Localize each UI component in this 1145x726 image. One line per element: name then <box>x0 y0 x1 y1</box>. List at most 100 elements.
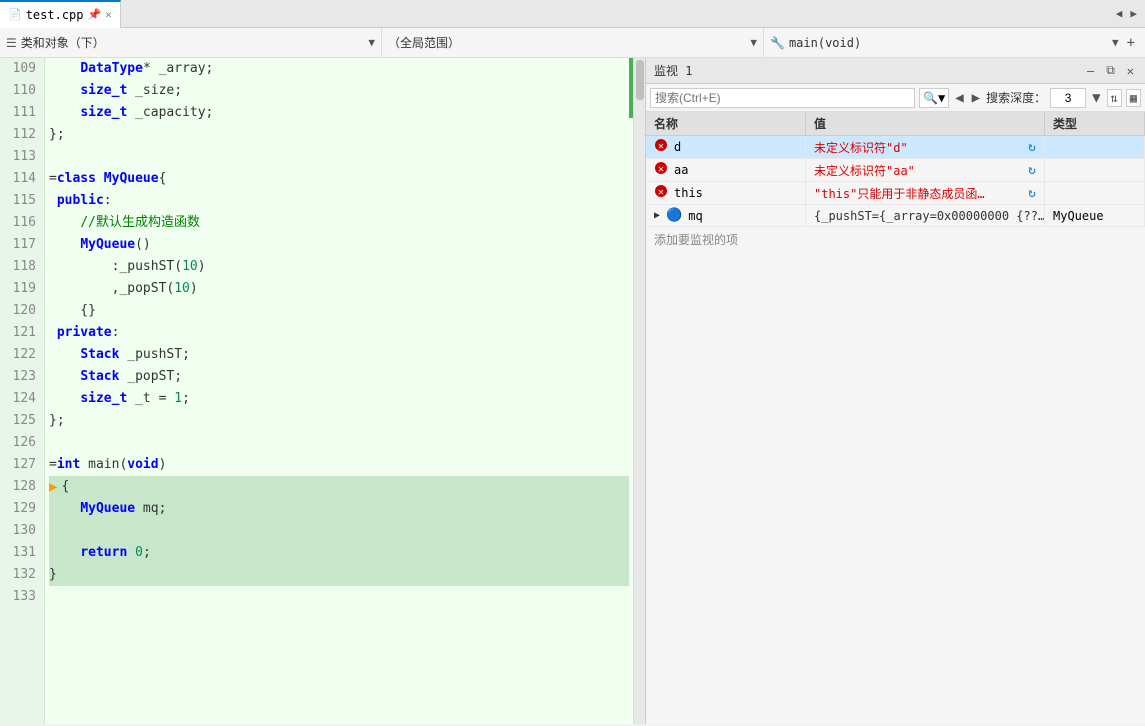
error-icon: ✕ <box>654 138 668 156</box>
watch-next-button[interactable]: ▶ <box>970 89 982 107</box>
col-header-value: 值 <box>806 112 1045 135</box>
watch-name-text: d <box>674 140 681 154</box>
watch-sort-button[interactable]: ⇅ <box>1107 89 1122 107</box>
code-line[interactable]: }; <box>49 410 629 432</box>
watch-depth-input[interactable] <box>1050 88 1086 108</box>
toolbar-add-button[interactable]: + <box>1123 35 1139 51</box>
watch-search-button[interactable]: 🔍 ▼ <box>919 88 949 108</box>
toolbar-class-label: 类和对象（下） <box>21 34 365 51</box>
add-watch-item[interactable]: 添加要监视的项 <box>646 227 1145 252</box>
watch-cell-value: 未定义标识符"aa" ↻ <box>806 159 1045 181</box>
code-editor[interactable]: 1091101111121131141151161171181191201211… <box>0 58 645 724</box>
watch-value-text: {_pushST={_array=0x00000000 {??… <box>814 209 1045 223</box>
code-line[interactable] <box>49 432 629 454</box>
code-line[interactable]: ,_popST(10) <box>49 278 629 300</box>
refresh-icon[interactable]: ↻ <box>1028 140 1036 155</box>
watch-row[interactable]: ✕d未定义标识符"d"↻ <box>646 136 1145 159</box>
code-line[interactable]: size_t _t = 1; <box>49 388 629 410</box>
watch-cell-name: ✕ aa <box>646 159 806 181</box>
code-line[interactable]: =class MyQueue{ <box>49 168 629 190</box>
toolbar-segment-scope[interactable]: （全局范围） ▼ <box>382 28 764 58</box>
code-line[interactable]: :_pushST(10) <box>49 256 629 278</box>
search-icon: 🔍 <box>923 91 938 105</box>
error-icon: ✕ <box>654 161 668 179</box>
file-tab[interactable]: 📄 test.cpp 📌 ✕ <box>0 0 121 28</box>
debug-arrow: ▶ <box>49 476 57 498</box>
watch-title: 监视 1 <box>654 62 1078 79</box>
editor-scrollbar[interactable] <box>633 58 645 724</box>
tab-scroll-arrows: ◀ ▶ <box>1112 5 1145 22</box>
refresh-icon[interactable]: ↻ <box>1028 186 1036 201</box>
col-header-name: 名称 <box>646 112 806 135</box>
code-line[interactable]: {} <box>49 300 629 322</box>
code-line[interactable] <box>49 520 629 542</box>
code-line[interactable]: size_t _size; <box>49 80 629 102</box>
file-icon: 📄 <box>8 8 22 21</box>
watch-cell-type <box>1045 136 1145 158</box>
code-line[interactable]: }; <box>49 124 629 146</box>
watch-search-input[interactable] <box>650 88 915 108</box>
watch-cell-name: ✕this <box>646 182 806 204</box>
tab-scroll-right[interactable]: ▶ <box>1126 5 1141 22</box>
watch-dock-button[interactable]: — <box>1084 63 1097 79</box>
code-line[interactable]: size_t _capacity; <box>49 102 629 124</box>
watch-close-button[interactable]: ✕ <box>1124 63 1137 79</box>
watch-view-button[interactable]: ▦ <box>1126 89 1141 107</box>
watch-cell-type <box>1045 182 1145 204</box>
scrollbar-thumb[interactable] <box>636 60 644 100</box>
code-line[interactable]: DataType* _array; <box>49 58 629 80</box>
watch-cell-name: ✕d <box>646 136 806 158</box>
code-line[interactable] <box>49 146 629 168</box>
tab-scroll-left[interactable]: ◀ <box>1112 5 1127 22</box>
watch-column-headers: 名称 值 类型 <box>646 112 1145 136</box>
watch-float-button[interactable]: ⧉ <box>1103 62 1118 79</box>
code-line[interactable] <box>49 586 629 608</box>
scrollbar-track <box>634 60 645 724</box>
object-icon: 🔵 <box>666 208 682 223</box>
watch-row[interactable]: ✕ aa 未定义标识符"aa" ↻ <box>646 159 1145 182</box>
code-line[interactable]: Stack _pushST; <box>49 344 629 366</box>
svg-text:✕: ✕ <box>658 187 664 198</box>
expand-icon[interactable]: ▶ <box>654 210 660 221</box>
code-line[interactable]: MyQueue() <box>49 234 629 256</box>
watch-depth-label: 搜索深度： <box>986 89 1046 106</box>
toolbar: ☰ 类和对象（下） ▼ （全局范围） ▼ 🔧 main(void) ▼ + <box>0 28 1145 58</box>
code-line[interactable]: ▶{ <box>49 476 629 498</box>
toolbar-scope-dropdown[interactable]: ▼ <box>750 36 757 49</box>
watch-value-text: 未定义标识符"d" <box>814 139 908 156</box>
code-line[interactable]: } <box>49 564 629 586</box>
watch-toolbar: 🔍 ▼ ◀ ▶ 搜索深度： ▼ ⇅ ▦ <box>646 84 1145 112</box>
watch-name-text: aa <box>674 163 688 177</box>
watch-depth-dropdown[interactable]: ▼ <box>1090 89 1102 107</box>
watch-prev-button[interactable]: ◀ <box>953 89 965 107</box>
watch-panel: 监视 1 — ⧉ ✕ 🔍 ▼ ◀ ▶ 搜索深度： ▼ ⇅ ▦ 名称 值 类型 <box>645 58 1145 724</box>
code-content[interactable]: DataType* _array; size_t _size; size_t _… <box>45 58 633 724</box>
tab-close-button[interactable]: ✕ <box>105 8 112 21</box>
refresh-icon[interactable]: ↻ <box>1028 163 1036 178</box>
toolbar-segment-function[interactable]: 🔧 main(void) ▼ + <box>764 28 1145 58</box>
watch-row[interactable]: ▶ 🔵 mq {_pushST={_array=0x00000000 {??…MyQu… <box>646 205 1145 227</box>
svg-text:✕: ✕ <box>658 141 664 152</box>
watch-name-text: mq <box>688 209 702 223</box>
code-line[interactable]: MyQueue mq; <box>49 498 629 520</box>
toolbar-class-dropdown[interactable]: ▼ <box>368 36 375 49</box>
watch-cell-type <box>1045 159 1145 181</box>
toolbar-scope-label: （全局范围） <box>388 34 746 51</box>
error-icon: ✕ <box>654 184 668 202</box>
toolbar-segment-class[interactable]: ☰ 类和对象（下） ▼ <box>0 28 382 58</box>
line-numbers: 1091101111121131141151161171181191201211… <box>0 58 45 724</box>
watch-row[interactable]: ✕this"this"只能用于非静态成员函…↻ <box>646 182 1145 205</box>
code-line[interactable]: =int main(void) <box>49 454 629 476</box>
code-line[interactable]: public: <box>49 190 629 212</box>
toolbar-fn-icon: 🔧 <box>770 36 785 50</box>
code-line[interactable]: return 0; <box>49 542 629 564</box>
search-dropdown[interactable]: ▼ <box>938 91 945 105</box>
watch-rows-container: ✕d未定义标识符"d"↻✕aa未定义标识符"aa"↻✕this"this"只能用… <box>646 136 1145 227</box>
toolbar-fn-dropdown[interactable]: ▼ <box>1112 36 1119 49</box>
code-line[interactable]: //默认生成构造函数 <box>49 212 629 234</box>
code-line[interactable]: private: <box>49 322 629 344</box>
watch-value-text: 未定义标识符"aa" <box>814 162 915 179</box>
watch-cell-type: MyQueue <box>1045 205 1145 226</box>
code-line[interactable]: Stack _popST; <box>49 366 629 388</box>
main-area: 1091101111121131141151161171181191201211… <box>0 58 1145 724</box>
